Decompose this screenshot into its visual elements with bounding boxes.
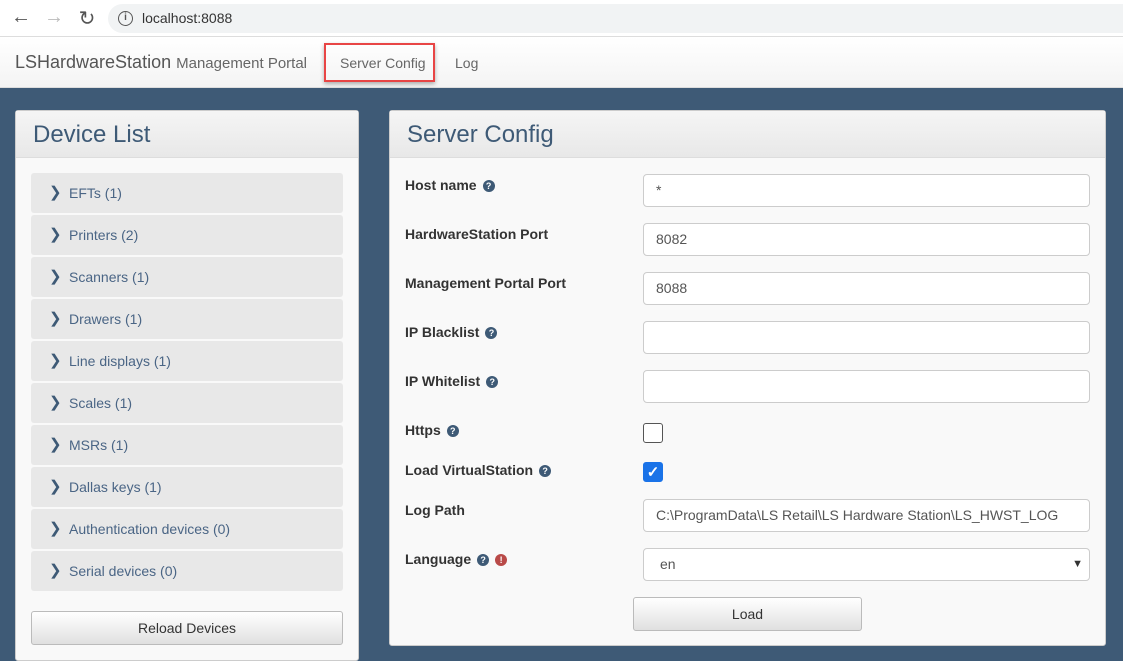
device-group-label: Scanners (1) bbox=[69, 269, 150, 285]
brand[interactable]: LSHardwareStation Management Portal bbox=[15, 52, 307, 73]
device-group-label: Scales (1) bbox=[69, 395, 133, 411]
url-text: localhost:8088 bbox=[142, 10, 233, 26]
device-group-label: MSRs (1) bbox=[69, 437, 129, 453]
device-group-item[interactable]: ❯ EFTs (1) bbox=[31, 173, 343, 213]
device-group-label: Printers (2) bbox=[69, 227, 139, 243]
info-icon: i bbox=[118, 11, 133, 26]
device-list-panel: Device List ❯ EFTs (1) ❯ Printers (2) ❯ Scann… bbox=[15, 110, 359, 661]
server-config-panel: Server Config Host name? * HardwareStati… bbox=[389, 110, 1106, 646]
help-icon[interactable]: ? bbox=[482, 180, 495, 192]
hws-port-input[interactable]: 8082 bbox=[643, 223, 1090, 256]
https-checkbox[interactable] bbox=[643, 423, 663, 443]
device-group-item[interactable]: ❯ Drawers (1) bbox=[31, 299, 343, 339]
navbar: LSHardwareStation Management Portal Serv… bbox=[0, 37, 1123, 88]
chevron-right-icon: ❯ bbox=[49, 478, 62, 495]
chevron-right-icon: ❯ bbox=[49, 520, 62, 537]
chevron-right-icon: ❯ bbox=[49, 352, 62, 369]
mp-port-label: Management Portal Port bbox=[405, 275, 567, 291]
chevron-right-icon: ❯ bbox=[49, 394, 62, 411]
ip-whitelist-input[interactable] bbox=[643, 370, 1090, 403]
chevron-right-icon: ❯ bbox=[49, 436, 62, 453]
nav-server-config[interactable]: Server Config bbox=[340, 55, 426, 71]
device-group-label: Serial devices (0) bbox=[69, 563, 178, 579]
help-icon[interactable]: ? bbox=[539, 465, 552, 477]
ip-whitelist-label: IP Whitelist? bbox=[405, 373, 499, 389]
language-select[interactable]: en ▼ bbox=[643, 548, 1090, 581]
address-bar[interactable]: i localhost:8088 bbox=[108, 4, 1123, 33]
device-group-label: Line displays (1) bbox=[69, 353, 171, 369]
https-label: Https? bbox=[405, 422, 459, 438]
device-group-label: Authentication devices (0) bbox=[69, 521, 231, 537]
browser-toolbar: ← → ↻ i localhost:8088 bbox=[0, 0, 1123, 37]
device-group-label: EFTs (1) bbox=[69, 185, 122, 201]
device-group-label: Drawers (1) bbox=[69, 311, 143, 327]
load-virtualstation-label: Load VirtualStation? bbox=[405, 462, 552, 478]
device-group-item[interactable]: ❯ Scales (1) bbox=[31, 383, 343, 423]
device-group-item[interactable]: ❯ MSRs (1) bbox=[31, 425, 343, 465]
host-name-input[interactable]: * bbox=[643, 174, 1090, 207]
mp-port-input[interactable]: 8088 bbox=[643, 272, 1090, 305]
chevron-down-icon: ▼ bbox=[1072, 558, 1083, 570]
ip-blacklist-label: IP Blacklist? bbox=[405, 324, 498, 340]
device-group-label: Dallas keys (1) bbox=[69, 479, 162, 495]
device-group-item[interactable]: ❯ Scanners (1) bbox=[31, 257, 343, 297]
device-group-item[interactable]: ❯ Serial devices (0) bbox=[31, 551, 343, 591]
load-virtualstation-checkbox[interactable]: ✓ bbox=[643, 462, 663, 482]
chevron-right-icon: ❯ bbox=[49, 226, 62, 243]
forward-icon[interactable]: → bbox=[42, 6, 66, 29]
device-group-item[interactable]: ❯ Line displays (1) bbox=[31, 341, 343, 381]
device-group-item[interactable]: ❯ Authentication devices (0) bbox=[31, 509, 343, 549]
reload-icon[interactable]: ↻ bbox=[75, 6, 99, 31]
help-icon[interactable]: ? bbox=[477, 554, 490, 566]
help-icon[interactable]: ? bbox=[486, 376, 499, 388]
language-label: Language?! bbox=[405, 551, 508, 567]
chevron-right-icon: ❯ bbox=[49, 310, 62, 327]
host-name-label: Host name? bbox=[405, 177, 495, 193]
nav-log[interactable]: Log bbox=[455, 55, 478, 71]
help-icon[interactable]: ? bbox=[446, 425, 459, 437]
help-icon[interactable]: ? bbox=[485, 327, 498, 339]
server-config-title: Server Config bbox=[390, 111, 1105, 158]
load-button[interactable]: Load bbox=[633, 597, 862, 631]
warning-icon: ! bbox=[495, 554, 508, 566]
log-path-input[interactable]: C:\ProgramData\LS Retail\LS Hardware Sta… bbox=[643, 499, 1090, 532]
reload-devices-button[interactable]: Reload Devices bbox=[31, 611, 343, 645]
chevron-right-icon: ❯ bbox=[49, 562, 62, 579]
ip-blacklist-input[interactable] bbox=[643, 321, 1090, 354]
log-path-label: Log Path bbox=[405, 502, 465, 518]
chevron-right-icon: ❯ bbox=[49, 184, 62, 201]
brand-subtitle: Management Portal bbox=[176, 55, 308, 72]
chevron-right-icon: ❯ bbox=[49, 268, 62, 285]
device-group-item[interactable]: ❯ Printers (2) bbox=[31, 215, 343, 255]
back-icon[interactable]: ← bbox=[9, 6, 33, 29]
device-group-item[interactable]: ❯ Dallas keys (1) bbox=[31, 467, 343, 507]
hws-port-label: HardwareStation Port bbox=[405, 226, 549, 242]
device-list-title: Device List bbox=[16, 111, 358, 158]
brand-name: LSHardwareStation bbox=[15, 52, 172, 72]
